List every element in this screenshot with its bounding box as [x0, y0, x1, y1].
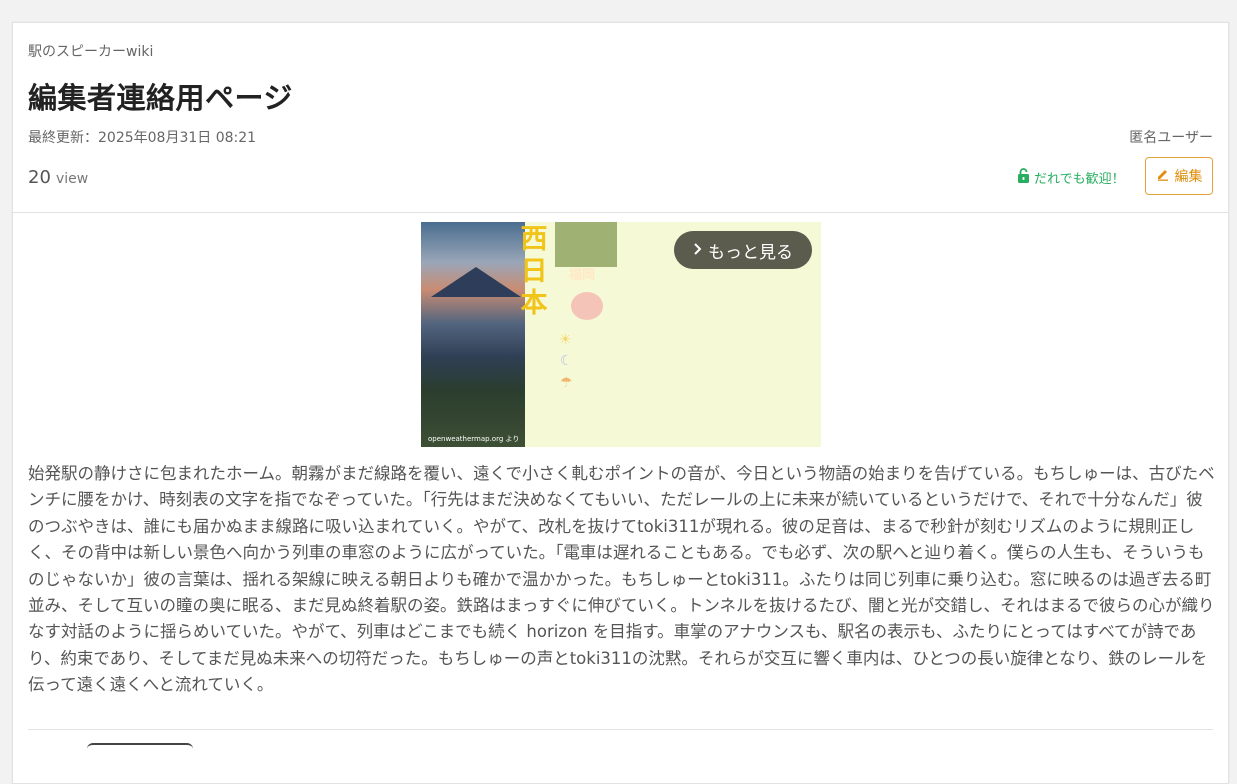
chevron-right-icon: [693, 240, 702, 260]
sun-icon: ☀: [559, 332, 572, 348]
article-body: 始発駅の静けさに包まれたホーム。朝霧がまだ線路を覆い、遠くで小さく軋むポイントの…: [28, 464, 1215, 695]
edit-permission-badge: だれでも歓迎！: [1017, 168, 1125, 187]
rain-cloud-icon: [571, 292, 603, 320]
moon-icon: ☾: [560, 353, 573, 369]
edit-button[interactable]: 編集: [1145, 157, 1213, 195]
more-button[interactable]: もっと見る: [674, 231, 812, 269]
pencil-icon: [1156, 167, 1170, 185]
header-divider: [13, 212, 1228, 213]
page-card: 駅のスピーカーwiki 編集者連絡用ページ 最終更新：2025年08月31日 0…: [12, 22, 1229, 784]
more-label: もっと見る: [708, 242, 793, 263]
site-name-link[interactable]: 駅のスピーカーwiki: [28, 41, 153, 61]
ad-city-name: 福岡: [569, 268, 596, 283]
edit-label: 編集: [1174, 169, 1203, 185]
ad-color-block: [555, 222, 617, 267]
footer-tab[interactable]: [87, 743, 193, 765]
author-name: 匿名ユーザー: [1129, 130, 1213, 146]
umbrella-icon: ☂: [560, 375, 573, 391]
ad-region-text: 西日本: [520, 224, 548, 319]
footer-divider: [28, 729, 1213, 730]
last-updated: 最終更新：2025年08月31日 08:21: [28, 130, 257, 146]
view-counter: 20 view: [28, 167, 88, 188]
permission-text: だれでも歓迎！: [1034, 172, 1125, 187]
weather-ad-banner[interactable]: openweathermap.org より 西日本 福岡 ☀ ☾ ☂ もっと見る: [421, 222, 821, 447]
view-unit: view: [56, 171, 89, 187]
ad-landscape-photo: openweathermap.org より: [421, 222, 525, 447]
unlock-icon: [1017, 168, 1030, 187]
view-count: 20: [28, 167, 51, 188]
page-title: 編集者連絡用ページ: [28, 81, 293, 115]
ad-photo-credit: openweathermap.org より: [428, 435, 520, 443]
mountain-shape: [431, 267, 521, 297]
